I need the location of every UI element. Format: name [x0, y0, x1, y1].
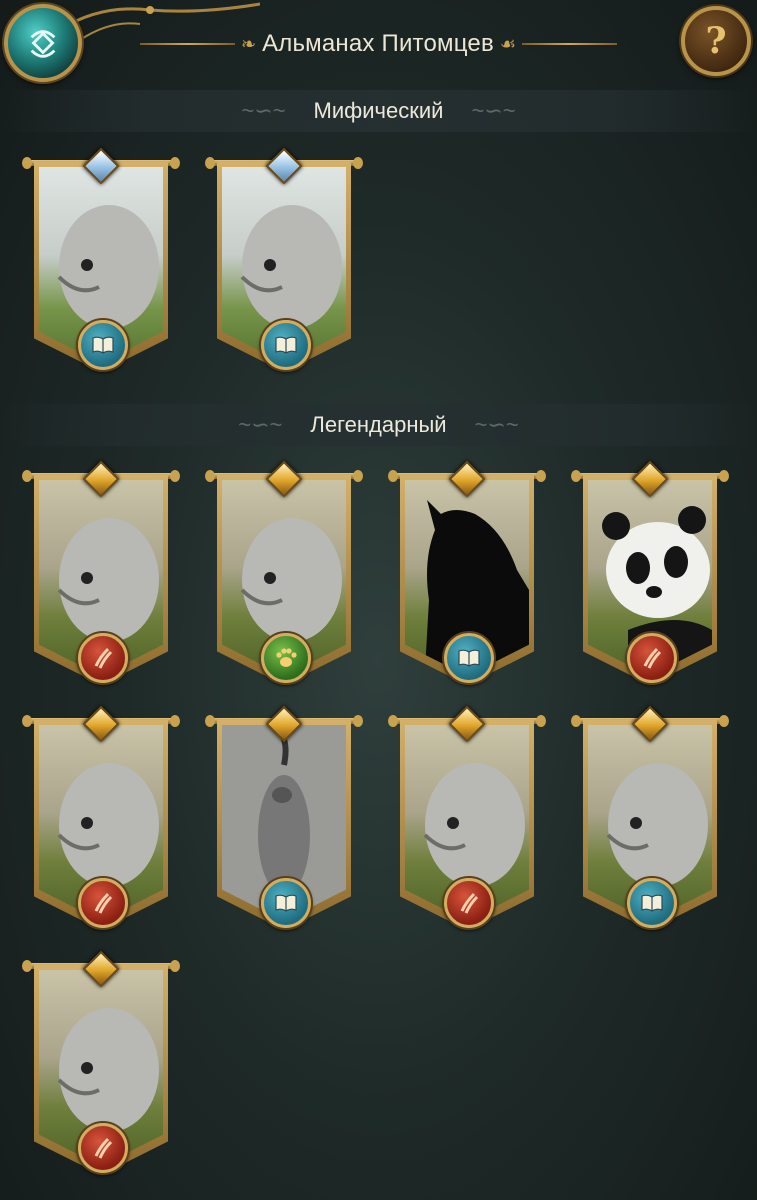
section-header-legendary: ~∽~ Легендарный ~∽~ [0, 404, 757, 446]
book-badge-icon [261, 878, 311, 928]
claw-badge-icon [78, 878, 128, 928]
teal-rune-menu-icon [30, 30, 56, 58]
swirl-left-icon: ~∽~ [238, 412, 283, 437]
pet-card-panda[interactable] [571, 460, 729, 695]
help-button[interactable]: ? [681, 6, 751, 76]
rarity-star-icon [631, 460, 669, 498]
pet-card-black-horse-silhouette[interactable] [388, 460, 546, 695]
claw-badge-icon [78, 1123, 128, 1173]
pet-card-deer[interactable] [571, 705, 729, 940]
title-right-line [522, 43, 618, 45]
pet-card-lion[interactable] [22, 460, 180, 695]
rarity-star-icon [82, 950, 120, 988]
section-label: Мифический [313, 98, 444, 123]
pet-card-peacock[interactable] [205, 705, 363, 940]
rarity-star-icon [448, 460, 486, 498]
rarity-star-icon [82, 705, 120, 743]
menu-button[interactable] [4, 4, 82, 82]
rarity-star-icon [265, 460, 303, 498]
rarity-star-icon [265, 705, 303, 743]
rarity-star-icon [82, 460, 120, 498]
title-banner: ❧ Альманах Питомцев ☙ [140, 24, 618, 64]
pet-card-wolf[interactable] [205, 460, 363, 695]
book-badge-icon [78, 320, 128, 370]
pet-card-elephant[interactable] [22, 950, 180, 1185]
book-badge-icon [261, 320, 311, 370]
book-badge-icon [627, 878, 677, 928]
title-left-ornament-icon: ❧ [240, 33, 257, 54]
page-title: Альманах Питомцев [262, 30, 494, 57]
top-bar: ❧ Альманах Питомцев ☙ ? [0, 0, 757, 90]
title-right-ornament-icon: ☙ [499, 33, 517, 54]
swirl-right-icon: ~∽~ [471, 98, 516, 123]
question-mark-icon: ? [705, 20, 727, 62]
pet-card-tiger[interactable] [22, 705, 180, 940]
section-header-mythic: ~∽~ Мифический ~∽~ [0, 90, 757, 132]
book-badge-icon [444, 633, 494, 683]
claw-badge-icon [78, 633, 128, 683]
title-left-line [140, 43, 235, 45]
claw-badge-icon [627, 633, 677, 683]
section-label: Легендарный [310, 412, 447, 437]
swirl-right-icon: ~∽~ [474, 412, 519, 437]
pet-card-grey-spiky-dragon[interactable] [205, 147, 363, 382]
pet-card-grey-dragon-hatchling[interactable] [22, 147, 180, 382]
pet-card-snow-leopard[interactable] [388, 705, 546, 940]
claw-badge-icon [444, 878, 494, 928]
swirl-left-icon: ~∽~ [241, 98, 286, 123]
paw-badge-icon [261, 633, 311, 683]
rarity-star-icon [82, 147, 120, 185]
rarity-star-icon [631, 705, 669, 743]
rarity-star-icon [265, 147, 303, 185]
rarity-star-icon [448, 705, 486, 743]
